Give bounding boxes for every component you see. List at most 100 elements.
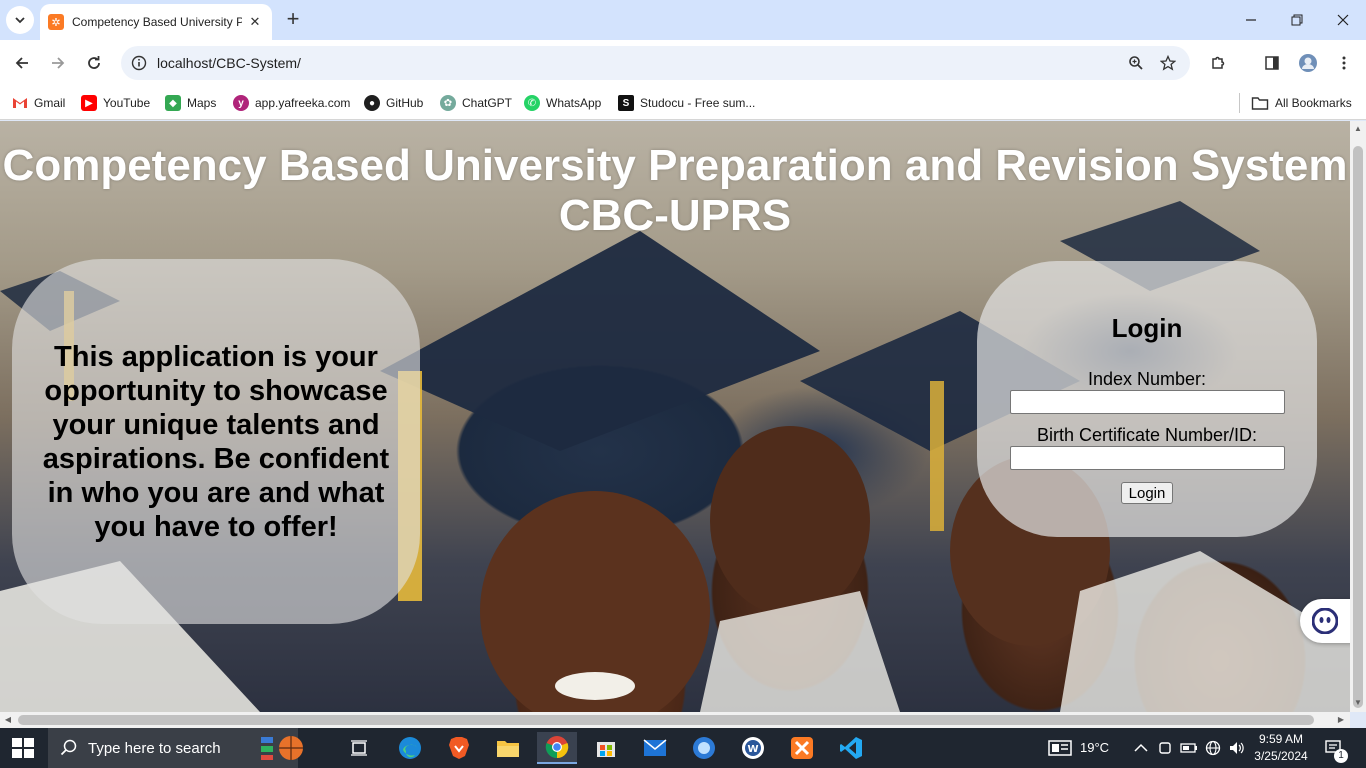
- file-explorer-app[interactable]: [488, 732, 528, 764]
- new-tab-button[interactable]: +: [282, 8, 304, 30]
- widgets-app[interactable]: [256, 732, 306, 764]
- mail-app[interactable]: [635, 732, 675, 764]
- word-app[interactable]: W: [733, 732, 773, 764]
- store-app[interactable]: [586, 732, 626, 764]
- folder-icon: [1251, 97, 1269, 110]
- studocu-icon: S: [618, 95, 634, 111]
- chat-widget-button[interactable]: [1300, 599, 1350, 643]
- page-title-line2: CBC-UPRS: [558, 191, 792, 240]
- avatar-icon: [1299, 54, 1317, 72]
- chevron-up-icon[interactable]: [1132, 739, 1150, 757]
- xampp-app[interactable]: [782, 732, 822, 764]
- login-form: Login Index Number: Birth Certificate Nu…: [977, 261, 1317, 537]
- puzzle-icon: [1212, 56, 1225, 69]
- tab-search-button[interactable]: [6, 6, 34, 34]
- network-globe-icon[interactable]: [1204, 739, 1222, 757]
- bookmark-label: WhatsApp: [546, 96, 602, 110]
- search-icon: [60, 739, 77, 756]
- bookmark-studocu[interactable]: S Studocu - Free sum...: [618, 92, 755, 114]
- bookmark-maps[interactable]: ◆ Maps: [165, 92, 216, 114]
- tab-title: Competency Based University P: [72, 15, 242, 29]
- web-page: Competency Based University Preparation …: [0, 121, 1350, 712]
- taskbar-search-placeholder: Type here to search: [88, 739, 221, 757]
- horizontal-scroll-thumb[interactable]: [18, 715, 1314, 725]
- bookmark-gmail[interactable]: Gmail: [12, 92, 65, 114]
- youtube-icon: ▶: [81, 95, 97, 111]
- restore-button[interactable]: [1285, 8, 1309, 32]
- menu-button[interactable]: [1332, 51, 1356, 75]
- brave-icon: [449, 737, 469, 759]
- svg-text:W: W: [747, 744, 758, 755]
- edge-beta-app[interactable]: [684, 732, 724, 764]
- scroll-down-icon[interactable]: ▼: [1352, 698, 1364, 707]
- arrow-left-icon: [15, 57, 28, 69]
- close-window-button[interactable]: [1331, 8, 1355, 32]
- address-bar[interactable]: localhost/CBC-System/: [121, 46, 1190, 80]
- intro-text: This application is your opportunity to …: [42, 340, 390, 543]
- forward-button[interactable]: [46, 51, 70, 75]
- chrome-icon: [545, 736, 569, 759]
- scroll-right-icon[interactable]: ▶: [1335, 715, 1347, 724]
- chatgpt-icon: ✿: [440, 95, 456, 111]
- start-button[interactable]: [12, 738, 34, 758]
- horizontal-scrollbar[interactable]: ◀ ▶: [0, 712, 1350, 728]
- index-number-input[interactable]: [1010, 390, 1285, 414]
- all-bookmarks-button[interactable]: All Bookmarks: [1251, 92, 1352, 114]
- minimize-button[interactable]: [1239, 8, 1263, 32]
- windows-taskbar: Type here to search W 19°C 9:59 AM 3/25/…: [0, 728, 1366, 768]
- meet-icon[interactable]: [1156, 739, 1174, 757]
- vscode-app[interactable]: [831, 732, 871, 764]
- gmail-icon: [12, 95, 28, 111]
- brave-app[interactable]: [439, 732, 479, 764]
- bookmark-star-icon[interactable]: [1158, 53, 1178, 73]
- scroll-up-icon[interactable]: ▲: [1352, 124, 1364, 133]
- bookmark-yafreeka[interactable]: y app.yafreeka.com: [233, 92, 350, 114]
- restore-icon: [1291, 14, 1303, 26]
- chrome-app[interactable]: [537, 732, 577, 764]
- browser-toolbar: localhost/CBC-System/: [0, 40, 1366, 86]
- login-button[interactable]: Login: [1121, 482, 1173, 504]
- clock-time[interactable]: 9:59 AM: [1255, 732, 1307, 746]
- battery-icon[interactable]: [1180, 739, 1198, 757]
- zoom-icon[interactable]: [1126, 53, 1146, 73]
- edge-app[interactable]: [390, 732, 430, 764]
- back-button[interactable]: [10, 51, 34, 75]
- bookmark-youtube[interactable]: ▶ YouTube: [81, 92, 150, 114]
- url-text[interactable]: localhost/CBC-System/: [157, 55, 301, 71]
- xampp-icon: ✲: [48, 14, 64, 30]
- bookmarks-bar: Gmail ▶ YouTube ◆ Maps y app.yafreeka.co…: [0, 86, 1366, 120]
- vertical-scrollbar[interactable]: ▲ ▼: [1350, 121, 1366, 712]
- scroll-left-icon[interactable]: ◀: [2, 715, 14, 724]
- login-title: Login: [1111, 313, 1183, 343]
- tab-strip: ✲ Competency Based University P ✕ +: [0, 0, 1366, 40]
- store-icon: [597, 742, 615, 757]
- profile-avatar[interactable]: [1296, 51, 1320, 75]
- extensions-button[interactable]: [1206, 51, 1230, 75]
- tab-close-icon[interactable]: ✕: [246, 14, 264, 30]
- volume-icon[interactable]: [1228, 739, 1246, 757]
- side-panel-button[interactable]: [1260, 51, 1284, 75]
- vscode-icon: [840, 737, 862, 759]
- reload-button[interactable]: [82, 51, 106, 75]
- task-view-button[interactable]: [340, 732, 380, 764]
- site-info-icon[interactable]: [129, 53, 149, 73]
- browser-tab[interactable]: ✲ Competency Based University P ✕: [40, 4, 272, 40]
- minimize-icon: [1246, 19, 1256, 21]
- bookmarks-divider: [1239, 93, 1240, 113]
- bookmark-whatsapp[interactable]: ✆ WhatsApp: [524, 92, 601, 114]
- github-icon: ●: [364, 95, 380, 111]
- bookmark-chatgpt[interactable]: ✿ ChatGPT: [440, 92, 512, 114]
- xampp-icon: [791, 737, 813, 759]
- bookmark-github[interactable]: ● GitHub: [364, 92, 423, 114]
- basketball-icon: [261, 736, 303, 760]
- vertical-scroll-thumb[interactable]: [1353, 146, 1363, 708]
- birth-certificate-input[interactable]: [1010, 446, 1285, 470]
- mail-icon: [643, 739, 667, 756]
- clock-date[interactable]: 3/25/2024: [1252, 749, 1310, 763]
- maps-icon: ◆: [165, 95, 181, 111]
- weather-icon[interactable]: [1048, 739, 1072, 757]
- weather-temperature[interactable]: 19°C: [1080, 740, 1109, 755]
- arrow-right-icon: [52, 57, 65, 69]
- whatsapp-icon: ✆: [524, 95, 540, 111]
- chatbot-icon: [1312, 608, 1338, 634]
